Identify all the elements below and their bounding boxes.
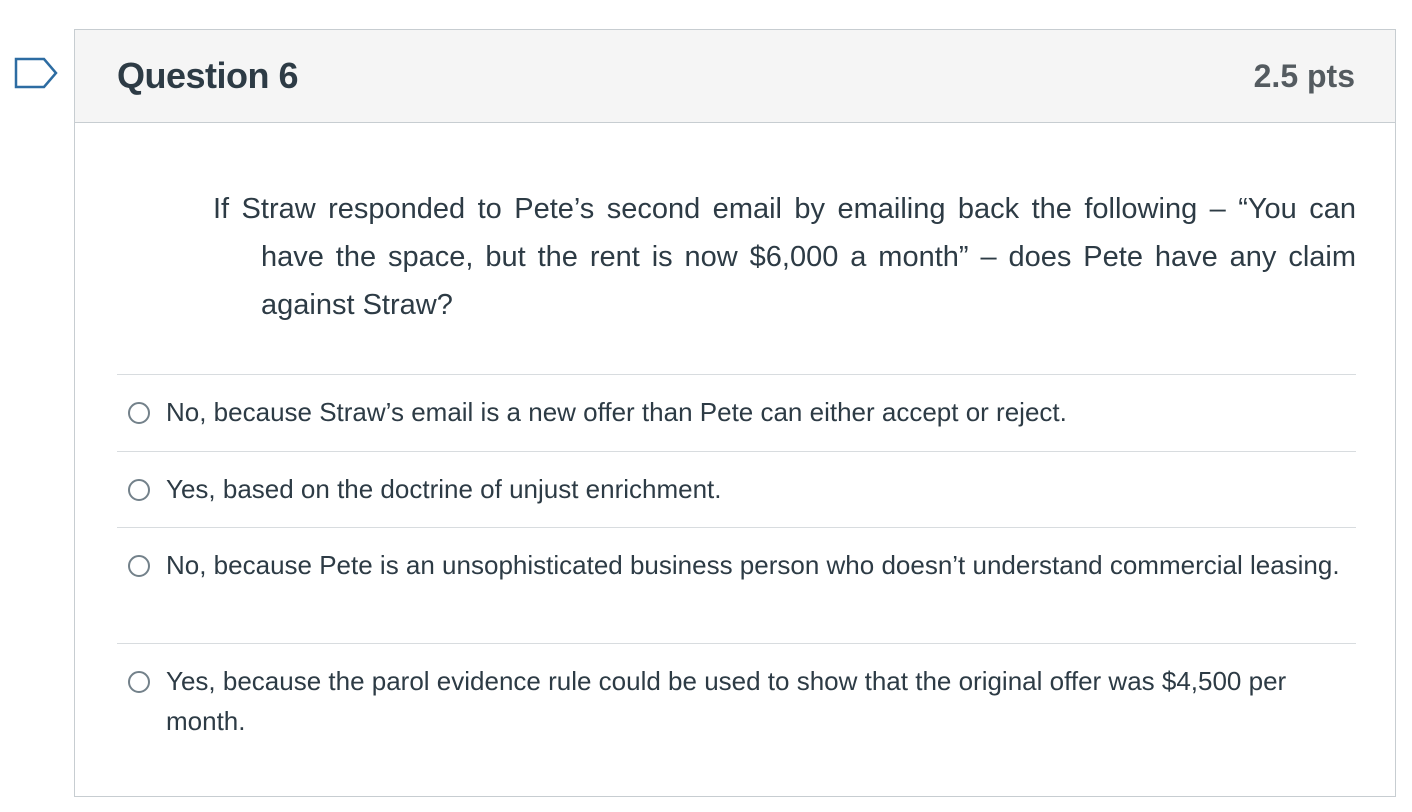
- question-points: 2.5 pts: [1253, 57, 1355, 94]
- answer-option[interactable]: Yes, because the parol evidence rule cou…: [117, 643, 1356, 763]
- answer-label[interactable]: No, because Pete is an unsophisticated b…: [166, 545, 1340, 585]
- flag-question-icon[interactable]: [14, 57, 60, 91]
- answer-option[interactable]: No, because Straw’s email is a new offer…: [117, 374, 1356, 451]
- question-title: Question 6: [117, 55, 299, 96]
- answer-label[interactable]: Yes, because the parol evidence rule cou…: [166, 661, 1356, 741]
- radio-button[interactable]: [128, 671, 150, 693]
- question-card: Question 6 2.5 pts If Straw responded to…: [74, 29, 1396, 797]
- radio-button[interactable]: [128, 402, 150, 424]
- answer-label[interactable]: Yes, based on the doctrine of unjust enr…: [166, 469, 722, 509]
- question-header: Question 6 2.5 pts: [75, 30, 1395, 123]
- question-text: If Straw responded to Pete’s second emai…: [213, 193, 1356, 321]
- answer-option[interactable]: Yes, based on the doctrine of unjust enr…: [117, 451, 1356, 527]
- answer-list: No, because Straw’s email is a new offer…: [117, 374, 1356, 763]
- answer-option[interactable]: No, because Pete is an unsophisticated b…: [117, 527, 1356, 643]
- answer-label[interactable]: No, because Straw’s email is a new offer…: [166, 392, 1067, 432]
- radio-button[interactable]: [128, 555, 150, 577]
- radio-button[interactable]: [128, 479, 150, 501]
